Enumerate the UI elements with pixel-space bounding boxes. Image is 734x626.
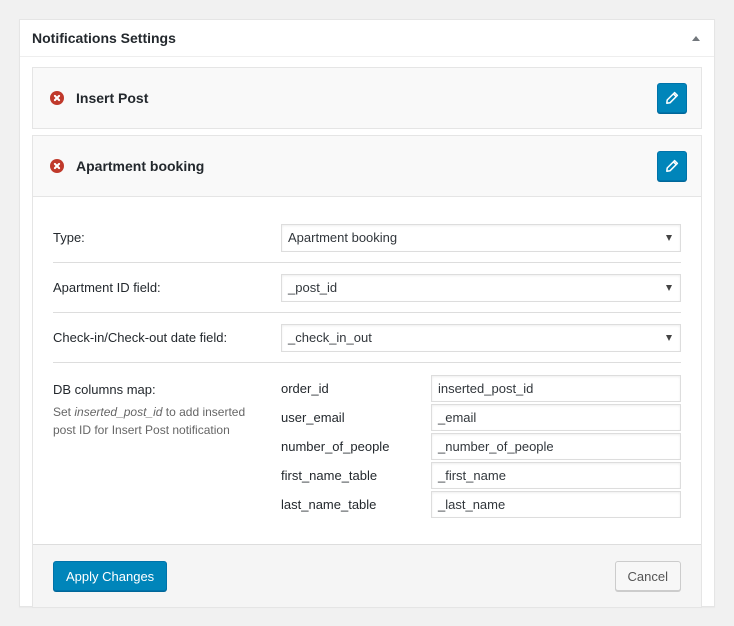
notification-title: Apartment booking (76, 158, 205, 174)
db-column-input[interactable]: _first_name (431, 462, 681, 489)
panel-inside: Insert Post Apartment booking Type: Apar… (32, 67, 702, 608)
notification-header-left: Insert Post (50, 90, 148, 106)
notification-insert-post: Insert Post (32, 67, 702, 129)
notification-title: Insert Post (76, 90, 149, 106)
remove-circle-icon[interactable] (50, 91, 64, 105)
chevron-down-icon (666, 284, 672, 291)
db-map-row: first_name_table _first_name (281, 461, 681, 490)
db-column-input[interactable]: _email (431, 404, 681, 431)
db-map-info: DB columns map: Set inserted_post_id to … (53, 374, 281, 519)
db-columns-map: DB columns map: Set inserted_post_id to … (53, 363, 681, 519)
apartment-id-label: Apartment ID field: (53, 280, 161, 295)
notification-header: Insert Post (33, 68, 701, 128)
type-label: Type: (53, 230, 85, 245)
edit-notification-button[interactable] (657, 83, 687, 113)
db-column-input[interactable]: _number_of_people (431, 433, 681, 460)
apartment-id-row: Apartment ID field: _post_id (53, 263, 681, 313)
notification-footer: Apply Changes Cancel (33, 544, 701, 607)
checkin-label: Check-in/Check-out date field: (53, 330, 228, 345)
type-select[interactable]: Apartment booking (281, 223, 681, 252)
db-map-row: order_id inserted_post_id (281, 374, 681, 403)
db-map-desc-pre: Set (53, 405, 75, 419)
db-column-name: order_id (281, 381, 329, 396)
triangle-up-icon[interactable] (692, 35, 700, 41)
type-row: Type: Apartment booking (53, 213, 681, 263)
chevron-down-icon (666, 334, 672, 341)
notification-header: Apartment booking (33, 136, 701, 196)
db-map-row: number_of_people _number_of_people (281, 432, 681, 461)
apartment-id-select[interactable]: _post_id (281, 273, 681, 302)
notification-body: Type: Apartment booking Apartment ID fie… (33, 196, 701, 544)
db-map-desc-em: inserted_post_id (74, 405, 163, 419)
db-column-name: number_of_people (281, 439, 390, 454)
cancel-button[interactable]: Cancel (614, 561, 681, 591)
db-column-name: user_email (281, 410, 345, 425)
apply-changes-button[interactable]: Apply Changes (53, 561, 168, 591)
checkin-select-value: _check_in_out (288, 330, 372, 345)
apartment-id-select-value: _post_id (288, 280, 338, 295)
db-map-rows: order_id inserted_post_id user_email _em… (281, 374, 681, 519)
type-select-value: Apartment booking (288, 230, 398, 245)
notifications-settings-panel: Notifications Settings Insert Post Apart… (19, 19, 715, 608)
pencil-icon (666, 159, 679, 172)
panel-title: Notifications Settings (32, 30, 176, 46)
chevron-down-icon (666, 234, 672, 241)
remove-circle-icon[interactable] (50, 159, 64, 173)
db-column-input[interactable]: inserted_post_id (431, 375, 681, 402)
db-map-row: last_name_table _last_name (281, 490, 681, 519)
edit-notification-button[interactable] (657, 151, 687, 181)
checkin-select[interactable]: _check_in_out (281, 323, 681, 352)
panel-header[interactable]: Notifications Settings (20, 20, 714, 57)
checkin-row: Check-in/Check-out date field: _check_in… (53, 313, 681, 363)
notification-apartment-booking: Apartment booking Type: Apartment bookin… (32, 135, 702, 608)
pencil-icon (666, 91, 679, 104)
db-column-name: first_name_table (281, 468, 378, 483)
db-map-label: DB columns map: (53, 382, 156, 397)
db-map-row: user_email _email (281, 403, 681, 432)
db-column-input[interactable]: _last_name (431, 491, 681, 518)
db-column-name: last_name_table (281, 497, 377, 512)
db-map-description: Set inserted_post_id to add inserted pos… (53, 403, 263, 439)
notification-header-left: Apartment booking (50, 158, 204, 174)
